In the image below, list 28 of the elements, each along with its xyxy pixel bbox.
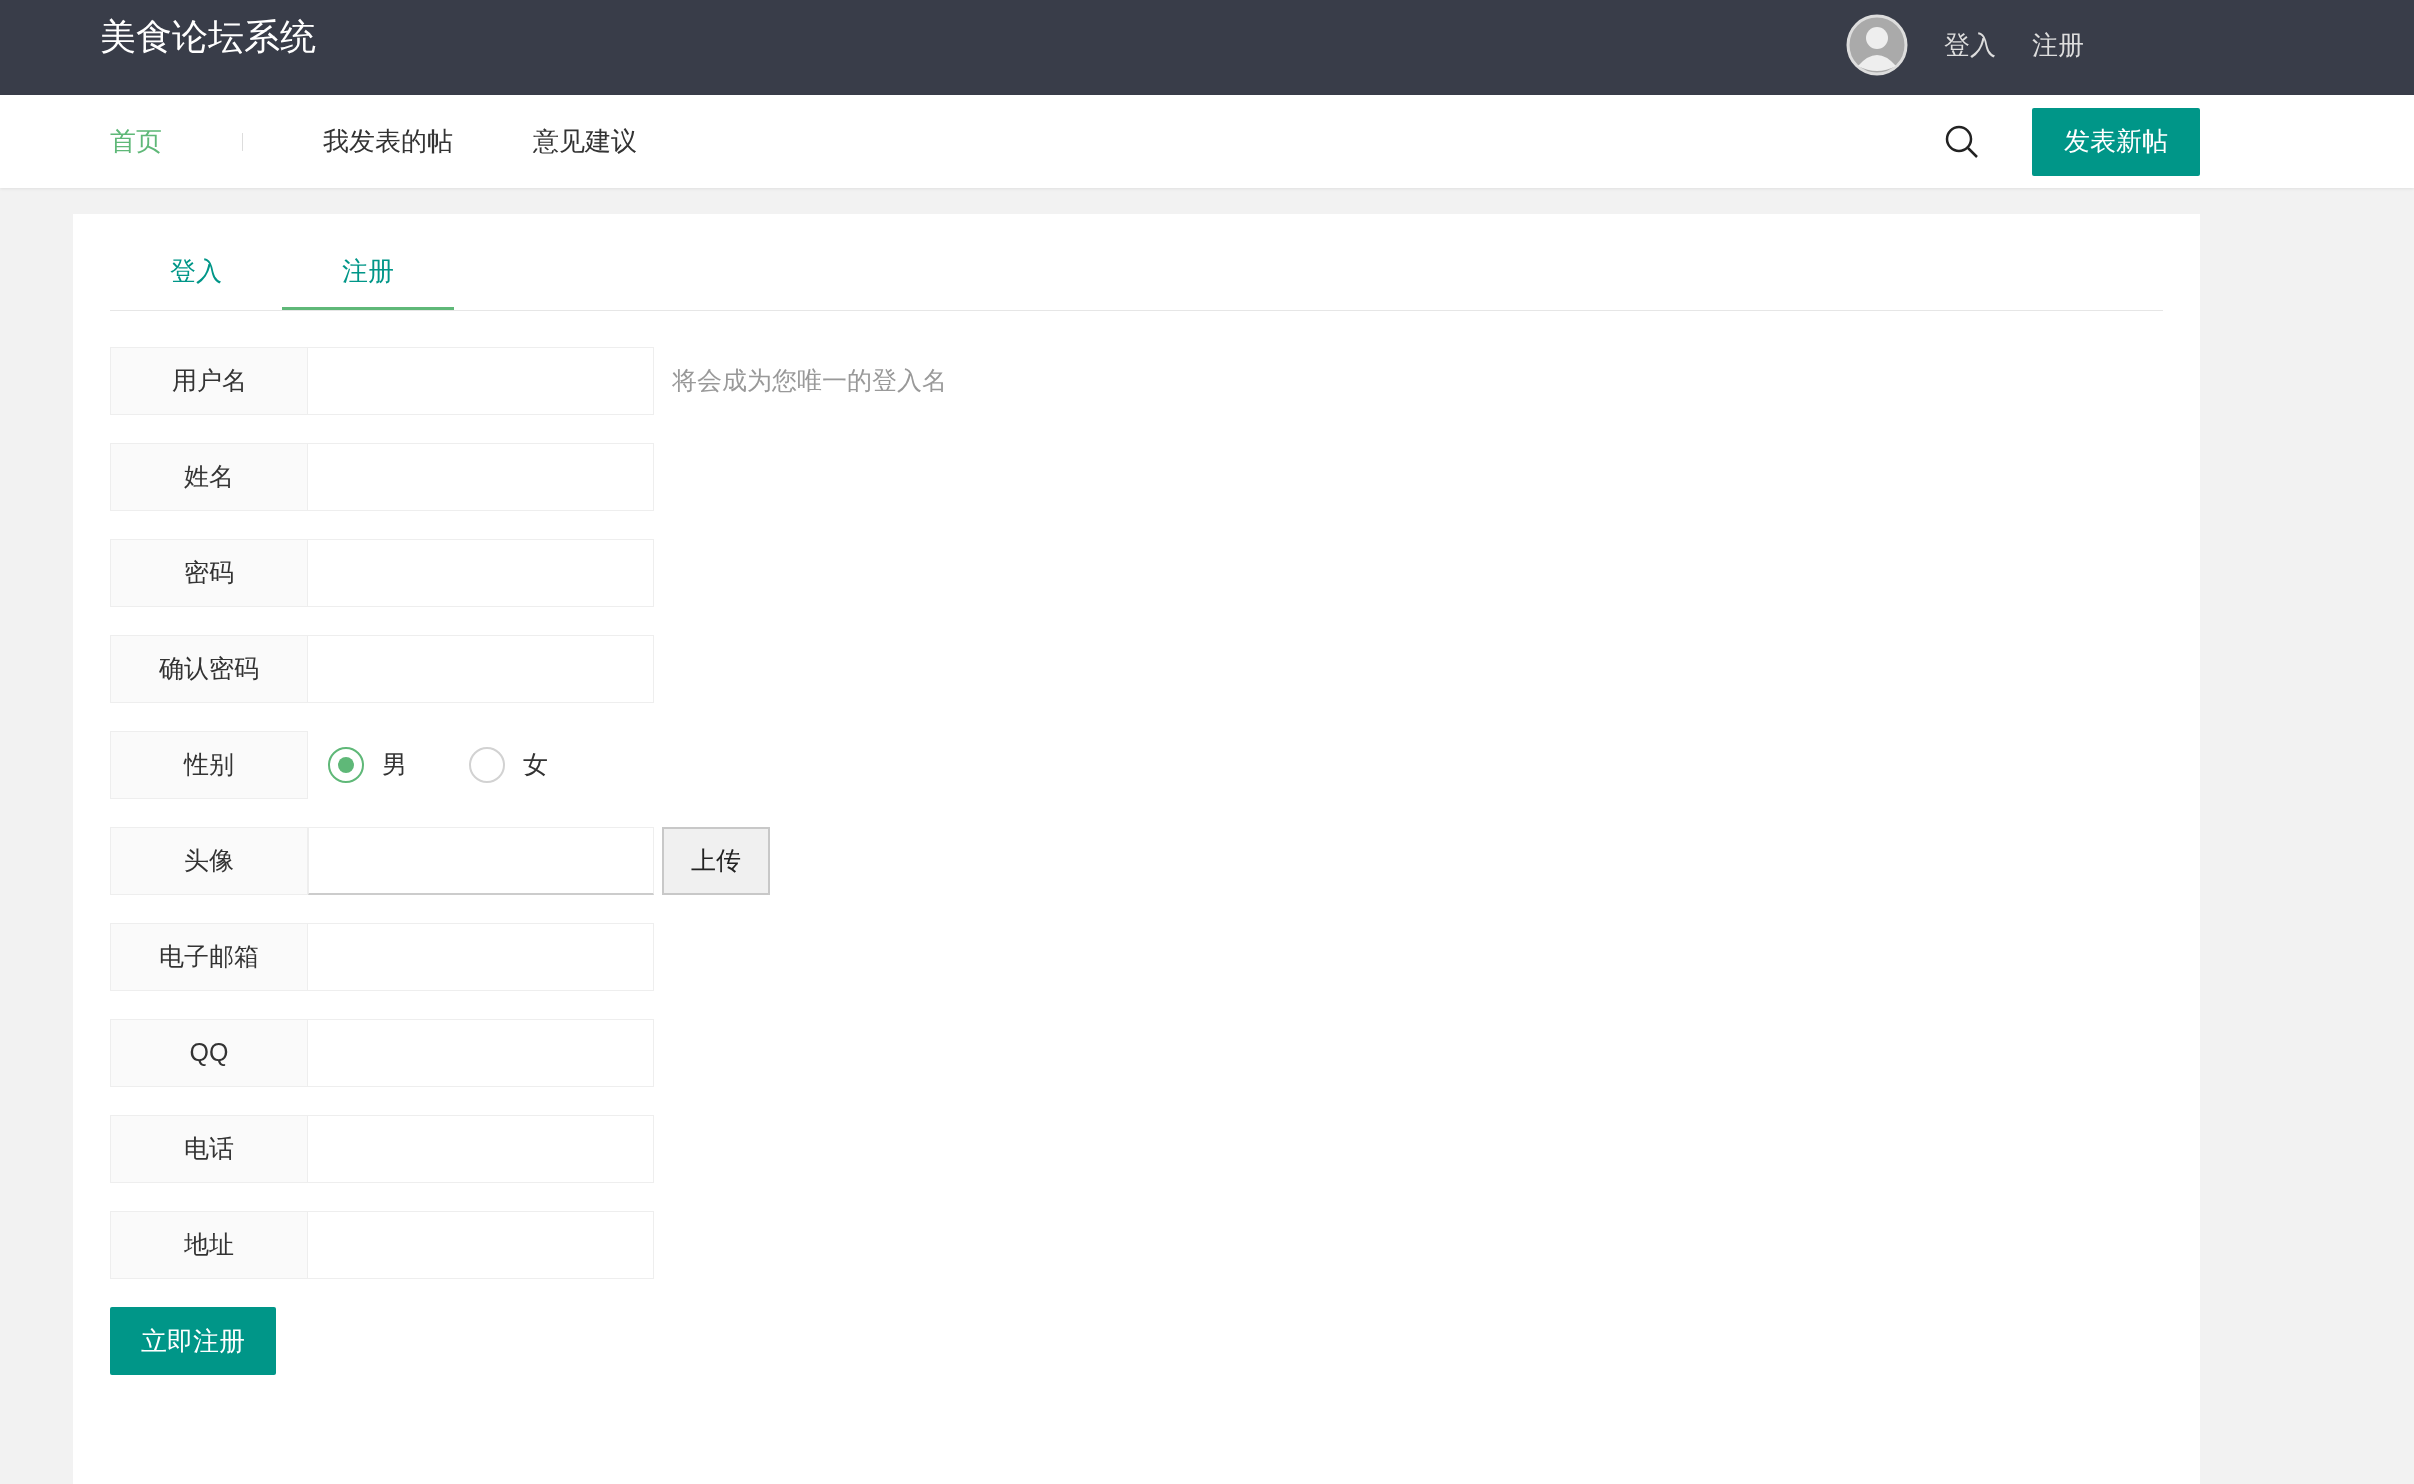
field-label: 性别 — [110, 731, 308, 799]
field-label: 电子邮箱 — [110, 923, 308, 991]
site-title: 美食论坛系统 — [100, 15, 316, 59]
field-label: 姓名 — [110, 443, 308, 511]
radio-button[interactable] — [328, 747, 364, 783]
field-label: 用户名 — [110, 347, 308, 415]
nav-link[interactable]: 意见建议 — [533, 122, 637, 161]
header-link[interactable]: 注册 — [2032, 25, 2084, 65]
field-hint: 将会成为您唯一的登入名 — [672, 365, 947, 397]
radio-button[interactable] — [469, 747, 505, 783]
avatar-icon — [1846, 14, 1908, 76]
register-button[interactable]: 立即注册 — [110, 1307, 276, 1375]
field-label: 头像 — [110, 827, 308, 895]
radio-label: 男 — [382, 749, 407, 781]
field-label: 确认密码 — [110, 635, 308, 703]
upload-button[interactable]: 上传 — [662, 827, 770, 895]
field-label: 密码 — [110, 539, 308, 607]
field-label: 电话 — [110, 1115, 308, 1183]
form-tab[interactable]: 注册 — [282, 236, 454, 310]
new-post-button[interactable]: 发表新帖 — [2032, 107, 2200, 176]
radio-label: 女 — [523, 749, 548, 781]
file-path-field[interactable] — [308, 827, 654, 895]
field-label: 地址 — [110, 1211, 308, 1279]
nav-link[interactable]: 我发表的帖 — [323, 122, 453, 161]
field-label: QQ — [110, 1019, 308, 1087]
form-tab[interactable]: 登入 — [110, 236, 282, 310]
header-link[interactable]: 登入 — [1944, 25, 1996, 65]
search-icon[interactable] — [1944, 123, 1980, 160]
